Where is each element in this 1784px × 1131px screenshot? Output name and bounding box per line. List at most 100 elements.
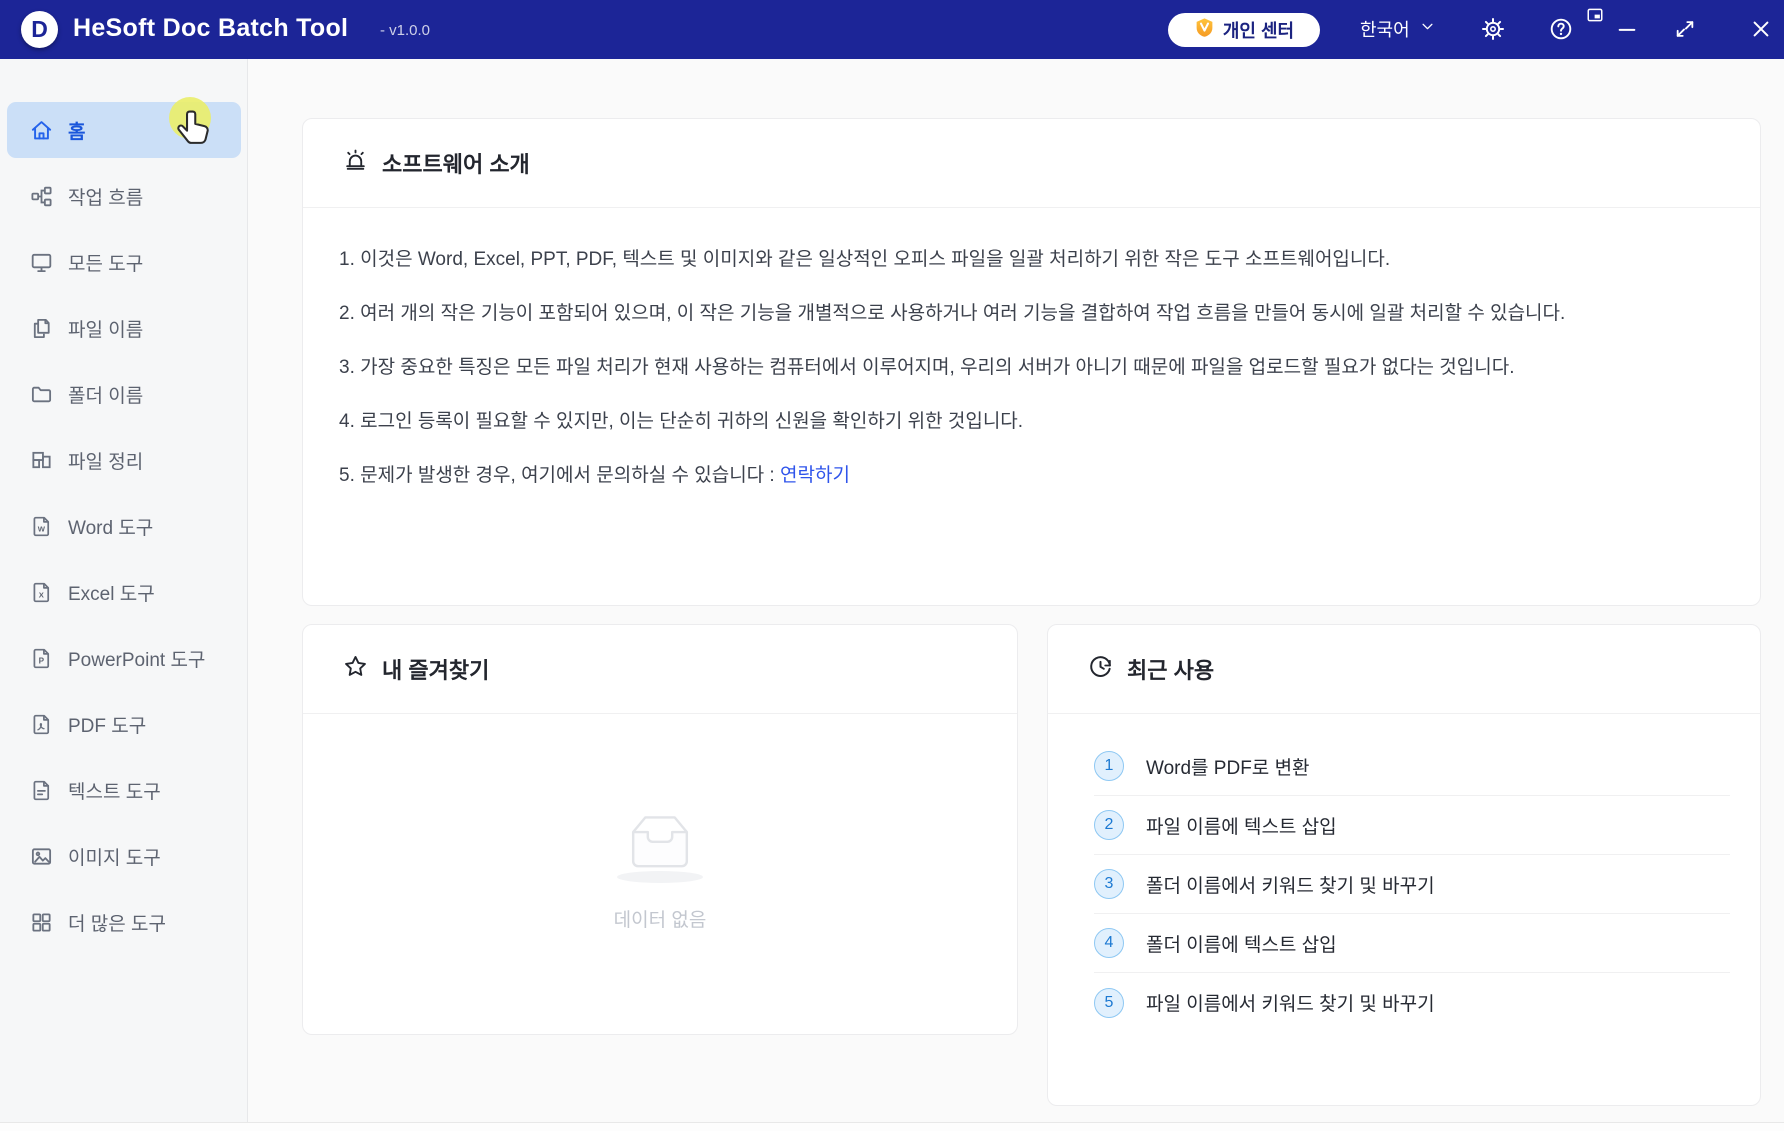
maximize-button[interactable] [1672, 16, 1698, 42]
organize-blocks-icon [30, 449, 53, 472]
recent-item-label: Word를 PDF로 변환 [1146, 753, 1310, 780]
sidebar-item-more-tools[interactable]: 더 많은 도구 [7, 894, 241, 950]
text-file-icon [30, 779, 53, 802]
software-intro-body: 1. 이것은 Word, Excel, PPT, PDF, 텍스트 및 이미지와… [303, 208, 1760, 492]
sidebar-item-label: 홈 [68, 117, 85, 144]
recent-item-5[interactable]: 5 파일 이름에서 키워드 찾기 및 바꾸기 [1094, 973, 1730, 1032]
recent-item-1[interactable]: 1 Word를 PDF로 변환 [1094, 737, 1730, 796]
word-file-icon: W [30, 515, 53, 538]
recent-item-label: 파일 이름에 텍스트 삽입 [1146, 812, 1337, 839]
language-selector[interactable]: 한국어 [1360, 16, 1435, 42]
star-icon [343, 654, 368, 685]
favorites-title: 내 즐겨찾기 [382, 653, 489, 685]
recent-item-number-badge: 1 [1094, 751, 1124, 781]
excel-file-icon: X [30, 581, 53, 604]
sidebar-item-label: 모든 도구 [68, 249, 143, 276]
sidebar-item-label: PDF 도구 [68, 711, 146, 738]
sidebar-item-label: 이미지 도구 [68, 843, 161, 870]
window-bottom-edge [0, 1122, 1784, 1131]
sidebar-item-label: Excel 도구 [68, 579, 155, 606]
title-bar: D HeSoft Doc Batch Tool - v1.0.0 개인 센터 한… [0, 0, 1784, 59]
intro-line-4: 4. 로그인 등록이 필요할 수 있지만, 이는 단순히 귀하의 신원을 확인하… [339, 406, 1718, 438]
recent-item-4[interactable]: 4 폴더 이름에 텍스트 삽입 [1094, 914, 1730, 973]
sidebar-item-label: 파일 이름 [68, 315, 143, 342]
powerpoint-file-icon: P [30, 647, 53, 670]
recent-header: 최근 사용 [1048, 625, 1760, 714]
sidebar-item-file-organize[interactable]: 파일 정리 [7, 432, 241, 488]
sidebar-item-workflow[interactable]: 작업 흐름 [7, 168, 241, 224]
sidebar-item-all-tools[interactable]: 모든 도구 [7, 234, 241, 290]
recent-item-2[interactable]: 2 파일 이름에 텍스트 삽입 [1094, 796, 1730, 855]
sidebar-item-file-name[interactable]: 파일 이름 [7, 300, 241, 356]
sidebar-item-home[interactable]: 홈 [7, 102, 241, 158]
sidebar-item-label: 텍스트 도구 [68, 777, 161, 804]
sidebar-item-label: 파일 정리 [68, 447, 143, 474]
sidebar-item-image-tools[interactable]: 이미지 도구 [7, 828, 241, 884]
vip-badge-icon [1194, 17, 1215, 43]
sidebar-item-word-tools[interactable]: W Word 도구 [7, 498, 241, 554]
favorites-card: 내 즐겨찾기 데이터 없음 [302, 624, 1018, 1035]
empty-tray-shadow [617, 871, 703, 883]
recent-item-number-badge: 5 [1094, 988, 1124, 1018]
svg-text:X: X [39, 590, 45, 599]
clock-icon [1088, 654, 1113, 685]
language-label: 한국어 [1360, 16, 1410, 42]
window-preview-icon[interactable] [1586, 6, 1604, 24]
sidebar-item-pdf-tools[interactable]: PDF 도구 [7, 696, 241, 752]
recent-item-number-badge: 3 [1094, 869, 1124, 899]
grid-icon [30, 911, 53, 934]
recent-item-label: 폴더 이름에 텍스트 삽입 [1146, 930, 1337, 957]
svg-text:P: P [39, 656, 45, 665]
sidebar-item-label: 폴더 이름 [68, 381, 143, 408]
software-intro-header: 소프트웨어 소개 [303, 119, 1760, 208]
pdf-file-icon [30, 713, 53, 736]
siren-icon [343, 148, 368, 179]
favorites-header: 내 즐겨찾기 [303, 625, 1017, 714]
sidebar-nav: 홈 작업 흐름 모든 도구 파일 이름 [0, 59, 248, 1122]
minimize-button[interactable] [1614, 16, 1640, 42]
svg-text:W: W [38, 524, 46, 533]
sidebar-item-label: Word 도구 [68, 513, 153, 540]
app-logo: D [21, 11, 58, 48]
file-copy-icon [30, 317, 53, 340]
home-icon [30, 119, 53, 142]
sidebar-item-folder-name[interactable]: 폴더 이름 [7, 366, 241, 422]
recent-list: 1 Word를 PDF로 변환 2 파일 이름에 텍스트 삽입 3 폴더 이름에… [1048, 714, 1760, 1032]
app-logo-letter: D [31, 18, 48, 41]
recent-item-3[interactable]: 3 폴더 이름에서 키워드 찾기 및 바꾸기 [1094, 855, 1730, 914]
favorites-empty-text: 데이터 없음 [614, 905, 707, 932]
sidebar-item-label: 더 많은 도구 [68, 909, 166, 936]
image-icon [30, 845, 53, 868]
sidebar-item-powerpoint-tools[interactable]: P PowerPoint 도구 [7, 630, 241, 686]
workflow-icon [30, 185, 53, 208]
sidebar-item-label: 작업 흐름 [68, 183, 143, 210]
software-intro-card: 소프트웨어 소개 1. 이것은 Word, Excel, PPT, PDF, 텍… [302, 118, 1761, 606]
recent-item-number-badge: 4 [1094, 928, 1124, 958]
software-intro-title: 소프트웨어 소개 [382, 147, 530, 179]
sidebar-item-excel-tools[interactable]: X Excel 도구 [7, 564, 241, 620]
monitor-icon [30, 251, 53, 274]
intro-line-5-text: 5. 문제가 발생한 경우, 여기에서 문의하실 수 있습니다 : [339, 465, 780, 486]
sidebar-item-text-tools[interactable]: 텍스트 도구 [7, 762, 241, 818]
intro-line-2: 2. 여러 개의 작은 기능이 포함되어 있으며, 이 작은 기능을 개별적으로… [339, 298, 1718, 330]
recent-item-number-badge: 2 [1094, 810, 1124, 840]
recent-title: 최근 사용 [1127, 653, 1214, 685]
app-title: HeSoft Doc Batch Tool [73, 14, 348, 43]
settings-button[interactable] [1480, 16, 1506, 42]
personal-center-label: 개인 센터 [1223, 17, 1294, 43]
folder-icon [30, 383, 53, 406]
recent-usage-card: 최근 사용 1 Word를 PDF로 변환 2 파일 이름에 텍스트 삽입 3 … [1047, 624, 1761, 1106]
intro-line-5: 5. 문제가 발생한 경우, 여기에서 문의하실 수 있습니다 : 연락하기 [339, 460, 1718, 492]
chevron-down-icon [1420, 19, 1435, 39]
intro-line-3: 3. 가장 중요한 특징은 모든 파일 처리가 현재 사용하는 컴퓨터에서 이루… [339, 352, 1718, 384]
favorites-empty-state: 데이터 없음 [303, 810, 1017, 932]
contact-link[interactable]: 연락하기 [780, 465, 850, 486]
recent-item-label: 파일 이름에서 키워드 찾기 및 바꾸기 [1146, 989, 1435, 1016]
recent-item-label: 폴더 이름에서 키워드 찾기 및 바꾸기 [1146, 871, 1435, 898]
help-button[interactable] [1548, 16, 1574, 42]
personal-center-button[interactable]: 개인 센터 [1168, 13, 1320, 47]
app-version: - v1.0.0 [380, 22, 430, 39]
intro-line-1: 1. 이것은 Word, Excel, PPT, PDF, 텍스트 및 이미지와… [339, 244, 1718, 276]
close-button[interactable] [1748, 16, 1774, 42]
sidebar-item-label: PowerPoint 도구 [68, 645, 205, 672]
